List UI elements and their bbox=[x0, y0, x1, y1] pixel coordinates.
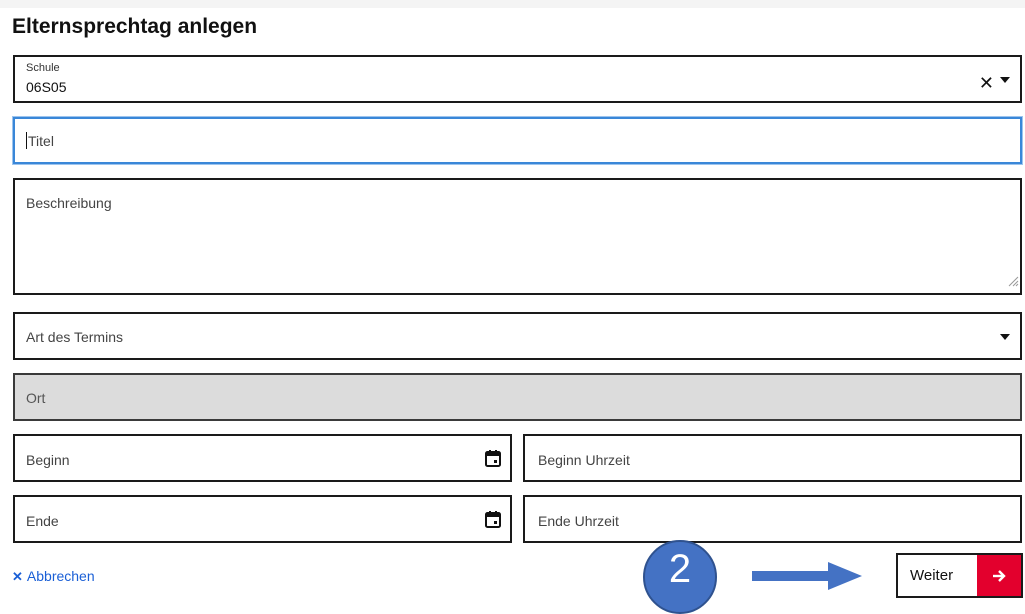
title-placeholder: Titel bbox=[28, 133, 54, 149]
school-select[interactable]: Schule 06S05 ✕ bbox=[13, 55, 1022, 103]
top-divider bbox=[0, 0, 1025, 8]
page-title: Elternsprechtag anlegen bbox=[12, 15, 258, 38]
next-button-label: Weiter bbox=[910, 567, 954, 584]
start-date-placeholder: Beginn bbox=[26, 452, 70, 468]
end-date-input[interactable]: Ende bbox=[13, 495, 512, 543]
school-label: Schule bbox=[26, 62, 60, 74]
end-date-placeholder: Ende bbox=[26, 513, 59, 529]
next-button[interactable]: Weiter bbox=[896, 553, 1023, 598]
location-input: Ort bbox=[13, 373, 1022, 421]
location-placeholder: Ort bbox=[26, 390, 46, 406]
start-time-placeholder: Beginn Uhrzeit bbox=[538, 452, 630, 468]
end-time-input[interactable]: Ende Uhrzeit bbox=[523, 495, 1022, 543]
cancel-link[interactable]: ✕ Abbrechen bbox=[12, 568, 95, 585]
calendar-icon[interactable] bbox=[485, 450, 501, 472]
appointment-type-placeholder: Art des Termins bbox=[26, 329, 123, 345]
step-number-badge: 2 bbox=[643, 540, 717, 614]
description-textarea[interactable]: Beschreibung bbox=[13, 178, 1022, 295]
arrow-right-icon bbox=[752, 562, 862, 590]
resize-handle-icon[interactable] bbox=[1007, 274, 1019, 292]
start-date-input[interactable]: Beginn bbox=[13, 434, 512, 482]
arrow-right-icon bbox=[977, 555, 1021, 596]
end-time-placeholder: Ende Uhrzeit bbox=[538, 513, 619, 529]
close-icon[interactable]: ✕ bbox=[979, 74, 994, 92]
close-icon: ✕ bbox=[12, 569, 23, 584]
start-time-input[interactable]: Beginn Uhrzeit bbox=[523, 434, 1022, 482]
calendar-icon[interactable] bbox=[485, 511, 501, 533]
school-value: 06S05 bbox=[26, 79, 67, 95]
step-number: 2 bbox=[668, 546, 692, 591]
appointment-type-select[interactable]: Art des Termins bbox=[13, 312, 1022, 360]
text-cursor bbox=[26, 132, 27, 149]
title-input[interactable]: Titel bbox=[13, 117, 1022, 164]
cancel-label: Abbrechen bbox=[26, 568, 95, 584]
chevron-down-icon[interactable] bbox=[1000, 77, 1010, 83]
chevron-down-icon[interactable] bbox=[1000, 334, 1010, 340]
description-placeholder: Beschreibung bbox=[26, 195, 112, 211]
